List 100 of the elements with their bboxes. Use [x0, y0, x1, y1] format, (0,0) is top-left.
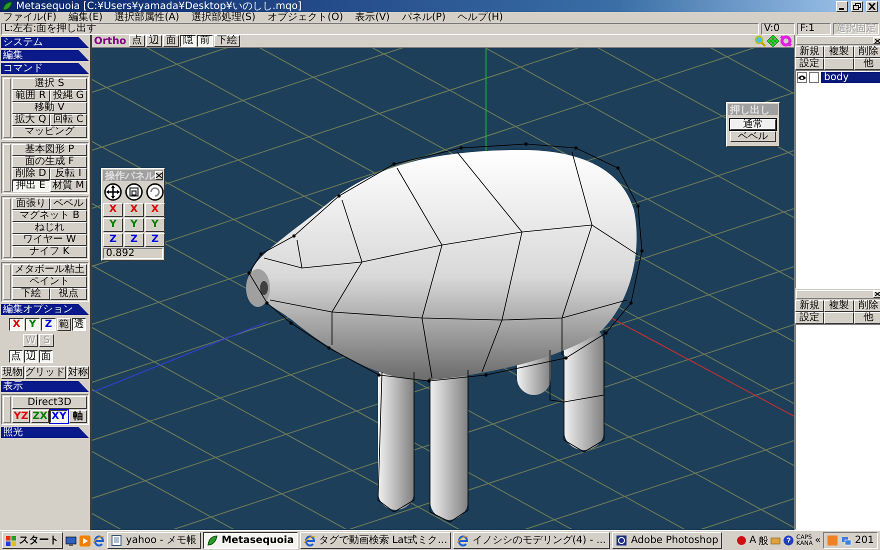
help-icon[interactable] [783, 535, 794, 546]
command-button[interactable]: ワイヤー W [12, 234, 87, 246]
menu-item[interactable]: 選択部処理(S) [191, 12, 256, 23]
section-header[interactable]: 表示 [1, 381, 89, 392]
menu-item[interactable]: 編集(E) [68, 12, 103, 23]
command-button[interactable]: 反転 I [50, 168, 87, 180]
command-button[interactable]: 基本図形 P [12, 144, 87, 156]
panel-button[interactable]: 複製 [824, 46, 854, 58]
network-icon[interactable] [840, 535, 852, 546]
move-tool-icon[interactable] [104, 183, 122, 201]
restore-button[interactable] [851, 0, 863, 12]
panel-button[interactable]: 設定 [795, 58, 824, 70]
lock-toggle[interactable] [809, 72, 819, 83]
section-header[interactable]: 編集オプション [1, 304, 89, 315]
snap-button[interactable]: 現物 [1, 366, 24, 379]
axis-button[interactable]: Z [145, 233, 165, 247]
rotate-tool-icon[interactable] [146, 183, 164, 201]
command-button[interactable]: マグネット B [12, 210, 87, 222]
command-button[interactable]: 拡大 Q [12, 114, 50, 126]
panel-button[interactable]: 他 [854, 58, 880, 70]
mode-button[interactable]: 辺 [24, 350, 38, 363]
minimize-button[interactable] [836, 0, 848, 12]
object-item[interactable]: body [821, 72, 880, 83]
command-button[interactable]: 投縄 G [50, 90, 87, 102]
section-header[interactable]: コマンド [1, 63, 89, 74]
taskbar-button[interactable]: yahoo - メモ帳 [107, 532, 201, 549]
panel-button[interactable]: 削除 [854, 300, 880, 312]
command-button[interactable]: 下絵 [12, 288, 50, 300]
section-header[interactable]: 編集 [1, 50, 89, 61]
display-toggle[interactable]: 面 [163, 35, 180, 47]
display-toggle[interactable]: 前 [197, 35, 214, 47]
panel-button[interactable]: 削除 [854, 46, 880, 58]
command-button[interactable]: 材質 M [50, 180, 87, 192]
ime-indicator[interactable]: A [749, 535, 756, 546]
display-toggle[interactable]: 辺 [146, 35, 162, 47]
browser-e-icon[interactable] [93, 534, 105, 546]
extrude-option[interactable]: 通常 [730, 119, 776, 130]
command-button[interactable]: マッピング [12, 126, 87, 138]
taskbar-button[interactable]: タグで動画検索 Lat式ミク... [300, 532, 452, 549]
menu-item[interactable]: ヘルプ(H) [458, 12, 504, 23]
command-button[interactable]: ねじれ [12, 222, 87, 234]
panel-button[interactable]: 新規 [795, 46, 824, 58]
axis-button[interactable]: Z [103, 233, 123, 247]
taskbar-button[interactable]: Metasequoia [202, 532, 298, 549]
taskbar-button[interactable]: Adobe Photoshop [612, 532, 722, 549]
command-button[interactable]: 範囲 R [12, 90, 50, 102]
option-toggle[interactable]: 透 [72, 318, 86, 331]
command-button[interactable]: 選択 S [12, 78, 87, 90]
blank-button[interactable] [824, 58, 854, 70]
command-button[interactable]: ペイント [12, 276, 87, 288]
command-button[interactable]: ナイフ K [12, 246, 87, 258]
start-button[interactable]: スタート [2, 532, 63, 549]
panel-button[interactable]: 新規 [795, 300, 824, 312]
display-toggle[interactable]: 点 [129, 35, 146, 47]
section-header[interactable]: システム [1, 37, 89, 48]
menu-item[interactable]: オブジェクト(O) [268, 12, 344, 23]
visibility-toggle[interactable] [797, 72, 807, 83]
taskbar-button[interactable]: イノシシのモデリング(4) - ... [453, 532, 610, 549]
axis-button[interactable]: X [9, 318, 24, 331]
scale-tool-icon[interactable] [125, 183, 143, 201]
ime-indicator[interactable]: 般 [758, 534, 768, 548]
command-button[interactable]: 削除 D [12, 168, 50, 180]
snap-button[interactable]: グリッド [24, 366, 66, 379]
menu-item[interactable]: パネル(P) [402, 12, 446, 23]
command-button[interactable]: 回転 C [50, 114, 87, 126]
command-button[interactable]: 移動 V [12, 102, 87, 114]
option-toggle[interactable]: 範 [57, 318, 71, 331]
section-header[interactable]: 照光 [1, 427, 89, 438]
command-button[interactable]: メタボール粘土 [12, 264, 87, 276]
command-button[interactable]: 面張り [12, 198, 50, 210]
mode-button[interactable]: 面 [39, 350, 53, 363]
view-plane-button[interactable]: XY [50, 410, 68, 423]
command-button[interactable]: 押出 E [12, 180, 50, 192]
axis-button[interactable]: Z [124, 233, 144, 247]
mode-button[interactable]: 点 [9, 350, 23, 363]
close-button[interactable] [873, 290, 880, 298]
axis-button[interactable]: Z [41, 318, 56, 331]
value-field[interactable]: 0.892 [103, 248, 163, 259]
tray-circle-icon[interactable] [736, 535, 748, 546]
notepad-icon [111, 534, 123, 546]
display-toggle[interactable]: 下絵 [214, 35, 240, 47]
menu-item[interactable]: 選択部属性(A) [114, 12, 180, 23]
blank-button[interactable] [824, 312, 854, 324]
command-button[interactable]: 視点 [50, 288, 87, 300]
display-toggle[interactable]: 隠 [180, 35, 196, 47]
close-button[interactable] [873, 37, 880, 44]
snap-button[interactable]: 対称 [66, 366, 89, 379]
menu-item[interactable]: 表示(V) [355, 12, 390, 23]
tray-expand-button[interactable]: « [814, 535, 821, 546]
renderer-button[interactable]: Direct3D [12, 396, 87, 409]
panel-button[interactable]: 複製 [824, 300, 854, 312]
axis-button[interactable]: Y [25, 318, 40, 331]
rotate-arrows-icon[interactable] [780, 35, 792, 47]
command-button[interactable]: 面の生成 F [12, 156, 87, 168]
command-button[interactable]: ベベル [50, 198, 87, 210]
desktop-icon[interactable] [65, 534, 77, 546]
extrude-option[interactable]: ベベル [730, 131, 776, 142]
panel-button[interactable]: 設定 [795, 312, 824, 324]
view-plane-button[interactable]: 軸 [69, 410, 87, 423]
menu-item[interactable]: ファイル(F) [3, 12, 57, 23]
